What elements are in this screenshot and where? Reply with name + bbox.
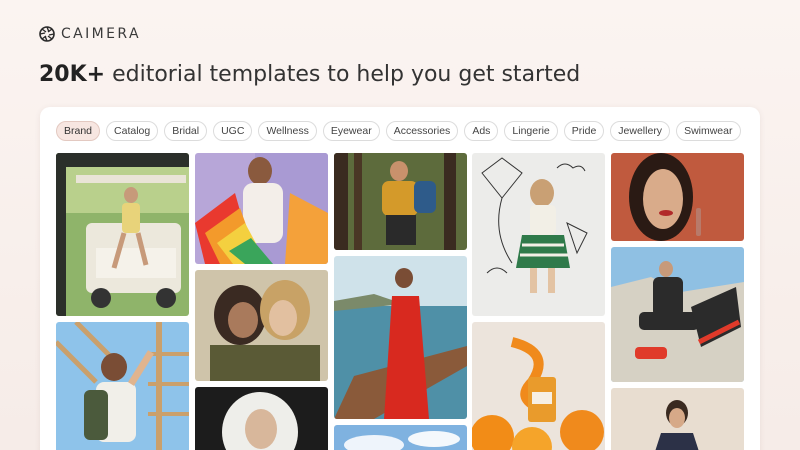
filter-chip-bar: Brand Catalog Bridal UGC Wellness Eyewea… — [56, 121, 741, 141]
orange-serum-product-photo[interactable] — [472, 322, 605, 450]
filter-chip-pride[interactable]: Pride — [563, 121, 605, 141]
man-jacket-portrait-photo[interactable] — [611, 388, 744, 450]
filter-chip-ads[interactable]: Ads — [464, 121, 499, 141]
golf-cart-fashion-photo[interactable] — [56, 153, 189, 316]
kite-doodle-girl-photo[interactable] — [472, 153, 605, 316]
filter-chip-brand[interactable]: Brand — [56, 121, 101, 141]
filter-chip-swimwear[interactable]: Swimwear — [676, 121, 741, 141]
two-women-portrait-photo[interactable] — [195, 270, 328, 381]
filter-chip-jewellery[interactable]: Jewellery — [610, 121, 671, 141]
filter-chip-wellness[interactable]: Wellness — [258, 121, 317, 141]
brand-name: CAIMERA — [61, 26, 141, 42]
white-scarf-portrait-photo[interactable] — [195, 387, 328, 450]
forest-hiker-photo[interactable] — [334, 153, 467, 250]
red-dress-yacht-photo[interactable] — [334, 256, 467, 419]
filter-chip-lingerie[interactable]: Lingerie — [504, 121, 558, 141]
filter-chip-eyewear[interactable]: Eyewear — [322, 121, 380, 141]
page-title-text: editorial templates to help you get star… — [105, 62, 581, 87]
filter-chip-catalog[interactable]: Catalog — [106, 121, 159, 141]
page-title-count: 20K+ — [39, 62, 106, 87]
filter-chip-ugc[interactable]: UGC — [213, 121, 253, 141]
boy-climbing-frame-photo[interactable] — [56, 322, 189, 450]
filter-chip-accessories[interactable]: Accessories — [385, 121, 459, 141]
filter-chip-bridal[interactable]: Bridal — [164, 121, 208, 141]
aperture-icon — [39, 26, 55, 42]
rock-sneakers-photo[interactable] — [611, 247, 744, 382]
pride-flag-portrait-photo[interactable] — [195, 153, 328, 264]
blue-sky-clouds-photo[interactable] — [334, 425, 467, 450]
lip-gloss-beauty-photo[interactable] — [611, 153, 744, 241]
page-title: 20K+ editorial templates to help you get… — [39, 62, 580, 87]
brand-logo[interactable]: CAIMERA — [39, 26, 141, 42]
